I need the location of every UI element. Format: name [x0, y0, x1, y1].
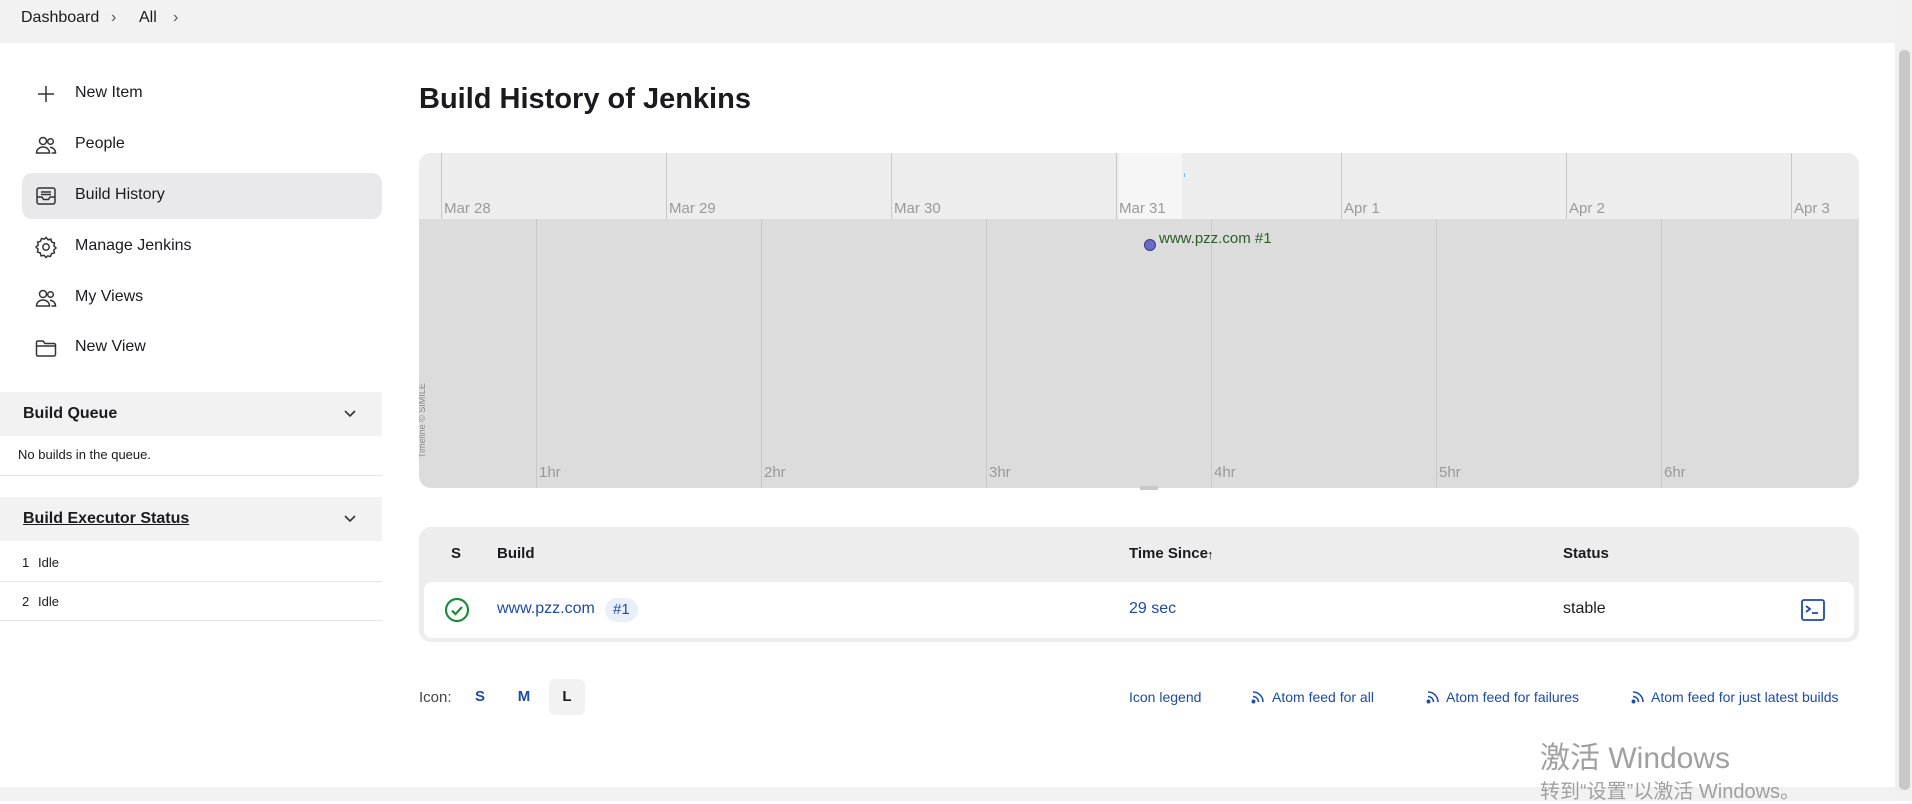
divider — [0, 620, 382, 621]
atom-feed-all-link[interactable]: Atom feed for all — [1272, 689, 1374, 705]
sort-arrow-icon[interactable]: ↑ — [1207, 547, 1214, 562]
windows-activation-watermark: 激活 Windows — [1540, 742, 1731, 775]
people-icon — [35, 136, 57, 154]
atom-feed-failures-link[interactable]: Atom feed for failures — [1446, 689, 1579, 705]
divider — [0, 581, 382, 582]
timeline-gridline — [1566, 153, 1567, 219]
gear-icon — [34, 236, 58, 259]
sidebar-item-new-item[interactable]: New Item — [22, 71, 382, 117]
executor-status-title[interactable]: Build Executor Status — [23, 510, 189, 528]
console-output-icon[interactable] — [1800, 597, 1826, 623]
breadcrumb-bar: Dashboard › All › — [0, 0, 1895, 43]
timeline-gridline — [986, 219, 987, 488]
executor-status-header[interactable]: Build Executor Status — [0, 497, 382, 541]
folder-icon — [35, 340, 57, 357]
timeline-gridline — [891, 153, 892, 219]
chevron-right-icon[interactable]: › — [173, 9, 178, 27]
timeline-gridline — [1436, 219, 1437, 488]
table-row: www.pzz.com #1 29 sec stable — [424, 582, 1854, 638]
build-number-badge[interactable]: #1 — [605, 598, 638, 622]
build-timeline[interactable]: Mar 28 Mar 29 Mar 30 Mar 31 Apr 1 Apr 2 … — [419, 153, 1859, 488]
inbox-icon — [36, 187, 56, 205]
chevron-right-icon[interactable]: › — [111, 9, 116, 27]
time-since-link[interactable]: 29 sec — [1129, 600, 1176, 618]
timeline-gridline — [1791, 153, 1792, 219]
sidebar-item-label: People — [75, 135, 125, 152]
rss-icon[interactable] — [1250, 689, 1266, 705]
build-project-link[interactable]: www.pzz.com — [497, 600, 595, 618]
sidebar-item-label: Manage Jenkins — [75, 237, 192, 254]
success-check-icon — [444, 597, 470, 623]
rss-icon[interactable] — [1425, 689, 1441, 705]
sidebar-item-manage-jenkins[interactable]: Manage Jenkins — [22, 224, 382, 270]
scrollbar-thumb[interactable] — [1899, 50, 1910, 790]
sidebar-item-build-history[interactable]: Build History — [22, 173, 382, 219]
windows-activation-hint: 转到“设置”以激活 Windows。 — [1540, 781, 1801, 803]
timeline-hour-label: 1hr — [539, 464, 561, 481]
column-header-build[interactable]: Build — [497, 545, 535, 562]
timeline-gridline — [1341, 153, 1342, 219]
timeline-hour-label: 4hr — [1214, 464, 1236, 481]
chevron-down-icon[interactable] — [342, 510, 358, 526]
timeline-hour-label: 3hr — [989, 464, 1011, 481]
build-queue-empty-text: No builds in the queue. — [18, 447, 151, 462]
sidebar-item-label: New Item — [75, 84, 143, 101]
executor-number: 1 — [22, 555, 30, 570]
divider — [0, 475, 382, 476]
timeline-gridline — [666, 153, 667, 219]
timeline-date-label: Mar 31 — [1119, 200, 1166, 217]
plus-icon — [38, 86, 54, 102]
timeline-hour-label: 6hr — [1664, 464, 1686, 481]
timeline-event-label[interactable]: www.pzz.com #1 — [1159, 230, 1272, 247]
column-header-time-since[interactable]: Time Since — [1129, 545, 1208, 562]
column-header-status[interactable]: Status — [1563, 545, 1609, 562]
timeline-gridline — [1211, 219, 1212, 488]
atom-feed-latest-link[interactable]: Atom feed for just latest builds — [1651, 689, 1839, 705]
sidebar-item-my-views[interactable]: My Views — [22, 275, 382, 321]
timeline-resize-handle[interactable] — [1140, 486, 1158, 490]
executor-number: 2 — [22, 594, 30, 609]
timeline-gridline — [1661, 219, 1662, 488]
timeline-credit: Timeline © SIMILE — [419, 383, 427, 458]
people-icon — [35, 289, 57, 307]
timeline-hour-label: 5hr — [1439, 464, 1461, 481]
build-status: stable — [1563, 600, 1606, 617]
sidebar-item-label: My Views — [75, 288, 144, 305]
icon-size-label: Icon: — [419, 689, 452, 706]
breadcrumb-dashboard[interactable]: Dashboard — [21, 9, 99, 27]
build-queue-header[interactable]: Build Queue — [0, 392, 382, 436]
timeline-date-label: Mar 28 — [444, 200, 491, 217]
timeline-marker — [1184, 173, 1185, 177]
sidebar-item-label: Build History — [75, 186, 165, 203]
executor-state: Idle — [38, 555, 59, 570]
column-header-s[interactable]: S — [451, 545, 461, 562]
icon-legend-link[interactable]: Icon legend — [1129, 689, 1201, 705]
timeline-date-label: Mar 29 — [669, 200, 716, 217]
breadcrumb-all[interactable]: All — [139, 9, 157, 27]
build-table: S Build Time Since ↑ Status www.pzz.com … — [419, 527, 1859, 642]
build-queue-title: Build Queue — [23, 405, 118, 422]
vertical-scrollbar[interactable] — [1895, 0, 1912, 801]
timeline-hour-label: 2hr — [764, 464, 786, 481]
icon-size-m[interactable]: M — [506, 679, 542, 715]
timeline-date-label: Mar 30 — [894, 200, 941, 217]
icon-size-s[interactable]: S — [462, 679, 498, 715]
icon-size-l[interactable]: L — [549, 679, 585, 715]
sidebar-item-label: New View — [75, 338, 146, 355]
timeline-date-label: Apr 3 — [1794, 200, 1830, 217]
timeline-gridline — [1116, 153, 1117, 219]
timeline-gridline — [441, 153, 442, 219]
timeline-date-label: Apr 1 — [1344, 200, 1380, 217]
timeline-event-dot[interactable] — [1144, 239, 1156, 251]
chevron-down-icon[interactable] — [342, 405, 358, 421]
timeline-date-label: Apr 2 — [1569, 200, 1605, 217]
rss-icon[interactable] — [1630, 689, 1646, 705]
timeline-gridline — [536, 219, 537, 488]
sidebar-item-people[interactable]: People — [22, 122, 382, 168]
page-title: Build History of Jenkins — [419, 83, 751, 115]
executor-state: Idle — [38, 594, 59, 609]
sidebar-item-new-view[interactable]: New View — [22, 325, 382, 371]
timeline-gridline — [761, 219, 762, 488]
